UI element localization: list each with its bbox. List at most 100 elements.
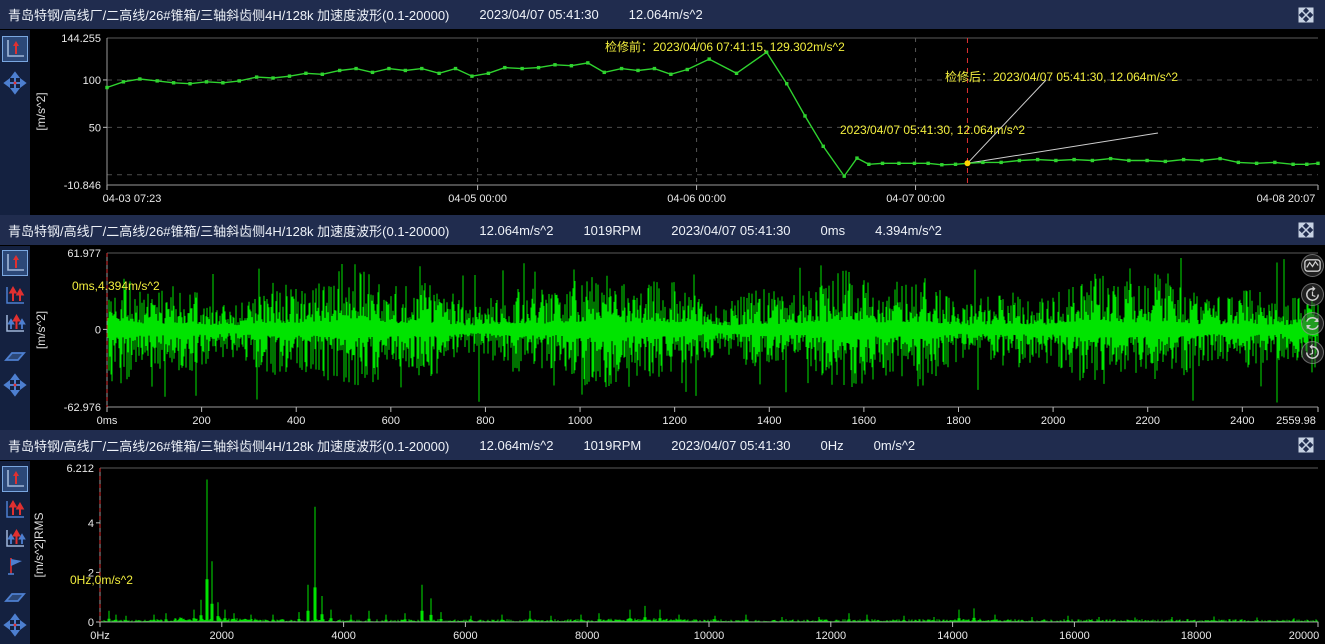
- header-cursor-x: 0ms: [821, 223, 846, 238]
- svg-text:1000: 1000: [568, 415, 592, 427]
- waveform-cursor-readout: 0ms,4.394m/s^2: [72, 279, 160, 293]
- header-rpm: 1019RPM: [583, 223, 641, 238]
- harmonic-cursor-tool-button[interactable]: [2, 282, 28, 308]
- svg-text:04-07 00:00: 04-07 00:00: [886, 193, 945, 205]
- single-cursor-tool-button[interactable]: [2, 36, 28, 62]
- header-value: 12.064m/s^2: [629, 7, 703, 22]
- spectrum-toolbar: [0, 461, 30, 644]
- header-rpm: 1019RPM: [583, 438, 641, 453]
- move-cross-icon: [3, 613, 27, 637]
- svg-text:-10.846: -10.846: [64, 180, 101, 192]
- annotation-before-repair: 检修前：2023/04/06 07:41:15, 129.302m/s^2: [605, 38, 845, 55]
- vibration-analysis-app: 青岛特钢/高线厂/二高线/26#锥箱/三轴斜齿侧4H/128k 加速度波形(0.…: [0, 0, 1325, 644]
- header-cursor-value: 4.394m/s^2: [875, 223, 942, 238]
- svg-text:0ms: 0ms: [97, 415, 118, 427]
- harmonic-cursor-tool-button[interactable]: [2, 496, 28, 522]
- history-forward-button[interactable]: [1301, 341, 1324, 364]
- svg-text:12000: 12000: [816, 630, 847, 642]
- panel-spectrum: 青岛特钢/高线厂/二高线/26#锥箱/三轴斜齿侧4H/128k 加速度波形(0.…: [0, 430, 1325, 644]
- expand-button[interactable]: [1295, 219, 1317, 241]
- move-cross-icon: [3, 71, 27, 95]
- svg-text:16000: 16000: [1059, 630, 1090, 642]
- panel-trend: 青岛特钢/高线厂/二高线/26#锥箱/三轴斜齿侧4H/128k 加速度波形(0.…: [0, 0, 1325, 215]
- trend-chart[interactable]: 04-03 07:2304-05 00:0004-06 00:0004-07 0…: [30, 30, 1325, 215]
- band-marker-icon: [3, 584, 27, 608]
- trend-body: 04-03 07:2304-05 00:0004-06 00:0004-07 0…: [0, 30, 1325, 215]
- svg-text:6000: 6000: [453, 630, 477, 642]
- svg-text:1400: 1400: [757, 415, 781, 427]
- expand-button[interactable]: [1295, 434, 1317, 456]
- svg-text:600: 600: [382, 415, 400, 427]
- spectrum-header: 青岛特钢/高线厂/二高线/26#锥箱/三轴斜齿侧4H/128k 加速度波形(0.…: [0, 430, 1325, 461]
- spectrum-cursor-readout: 0Hz,0m/s^2: [70, 573, 133, 587]
- spectrum-chart[interactable]: 6.212420[m/s^2]RMS0Hz2000400060008000100…: [30, 461, 1325, 644]
- svg-text:800: 800: [476, 415, 494, 427]
- svg-text:[m/s^2]: [m/s^2]: [34, 92, 48, 130]
- waveform-chart[interactable]: 61.977 0 -62.976 [m/s^2] 0ms 200 400 600 800 1000…: [30, 246, 1325, 430]
- svg-text:18000: 18000: [1181, 630, 1212, 642]
- expand-button[interactable]: [1295, 4, 1317, 26]
- svg-text:20000: 20000: [1289, 630, 1320, 642]
- svg-text:8000: 8000: [575, 630, 599, 642]
- svg-text:2200: 2200: [1135, 415, 1159, 427]
- annotation-cursor-point: 2023/04/07 05:41:30, 12.064m/s^2: [840, 123, 1025, 137]
- channel-path: 青岛特钢/高线厂/二高线/26#锥箱/三轴斜齿侧4H/128k 加速度波形(0.…: [8, 221, 449, 240]
- pan-tool-button[interactable]: [2, 70, 28, 96]
- annotation-after-repair: 检修后：2023/04/07 05:41:30, 12.064m/s^2: [945, 68, 1178, 85]
- svg-text:0: 0: [95, 324, 101, 336]
- svg-text:61.977: 61.977: [67, 248, 101, 260]
- move-cross-icon: [3, 373, 27, 397]
- svg-text:1800: 1800: [946, 415, 970, 427]
- band-marker-tool-button[interactable]: [2, 342, 28, 368]
- spectrum-body: 6.212420[m/s^2]RMS0Hz2000400060008000100…: [0, 461, 1325, 644]
- svg-text:-62.976: -62.976: [64, 402, 101, 414]
- history-back-button[interactable]: [1301, 283, 1324, 306]
- channel-path: 青岛特钢/高线厂/二高线/26#锥箱/三轴斜齿侧4H/128k 加速度波形(0.…: [8, 436, 449, 455]
- mini-waveform-icon: [1302, 255, 1323, 276]
- svg-text:04-06 00:00: 04-06 00:00: [667, 193, 726, 205]
- header-time: 2023/04/07 05:41:30: [671, 223, 790, 238]
- harmonic-cursor-icon: [3, 497, 27, 521]
- header-value: 12.064m/s^2: [479, 438, 553, 453]
- header-value: 12.064m/s^2: [479, 223, 553, 238]
- expand-icon: [1297, 221, 1315, 239]
- svg-text:[m/s^2]: [m/s^2]: [34, 311, 48, 349]
- single-cursor-tool-button[interactable]: [2, 250, 28, 276]
- flag-marker-tool-button[interactable]: [2, 553, 28, 579]
- svg-text:200: 200: [192, 415, 210, 427]
- sideband-cursor-icon: [3, 526, 27, 550]
- single-cursor-tool-button[interactable]: [2, 466, 28, 492]
- svg-text:2000: 2000: [1041, 415, 1065, 427]
- header-cursor-value: 0m/s^2: [874, 438, 916, 453]
- svg-text:100: 100: [83, 75, 101, 87]
- svg-text:04-05 00:00: 04-05 00:00: [448, 193, 507, 205]
- svg-text:04-08 20:07: 04-08 20:07: [1257, 193, 1316, 205]
- svg-text:400: 400: [287, 415, 305, 427]
- svg-text:4: 4: [88, 518, 94, 530]
- svg-text:[m/s^2]RMS: [m/s^2]RMS: [32, 513, 46, 578]
- sideband-cursor-tool-button[interactable]: [2, 310, 28, 336]
- svg-text:6.212: 6.212: [66, 463, 94, 475]
- waveform-body: 61.977 0 -62.976 [m/s^2] 0ms 200 400 600 800 1000…: [0, 246, 1325, 430]
- svg-text:144.255: 144.255: [61, 33, 101, 45]
- svg-text:1600: 1600: [852, 415, 876, 427]
- waveform-toolbar: [0, 246, 30, 430]
- svg-text:2000: 2000: [210, 630, 234, 642]
- band-marker-tool-button[interactable]: [2, 583, 28, 609]
- svg-text:1200: 1200: [662, 415, 686, 427]
- header-time: 2023/04/07 05:41:30: [479, 7, 598, 22]
- expand-icon: [1297, 436, 1315, 454]
- header-cursor-x: 0Hz: [821, 438, 844, 453]
- svg-text:14000: 14000: [937, 630, 968, 642]
- pan-tool-button[interactable]: [2, 372, 28, 398]
- sideband-cursor-tool-button[interactable]: [2, 525, 28, 551]
- clock-history-icon: [1302, 284, 1323, 305]
- pan-tool-button[interactable]: [2, 612, 28, 638]
- svg-text:50: 50: [89, 122, 101, 134]
- single-cursor-icon: [3, 251, 27, 275]
- waveform-monitor-button[interactable]: [1301, 254, 1324, 277]
- header-time: 2023/04/07 05:41:30: [671, 438, 790, 453]
- panel-waveform: 青岛特钢/高线厂/二高线/26#锥箱/三轴斜齿侧4H/128k 加速度波形(0.…: [0, 215, 1325, 430]
- harmonic-cursor-icon: [3, 283, 27, 307]
- sync-refresh-button[interactable]: [1301, 312, 1324, 335]
